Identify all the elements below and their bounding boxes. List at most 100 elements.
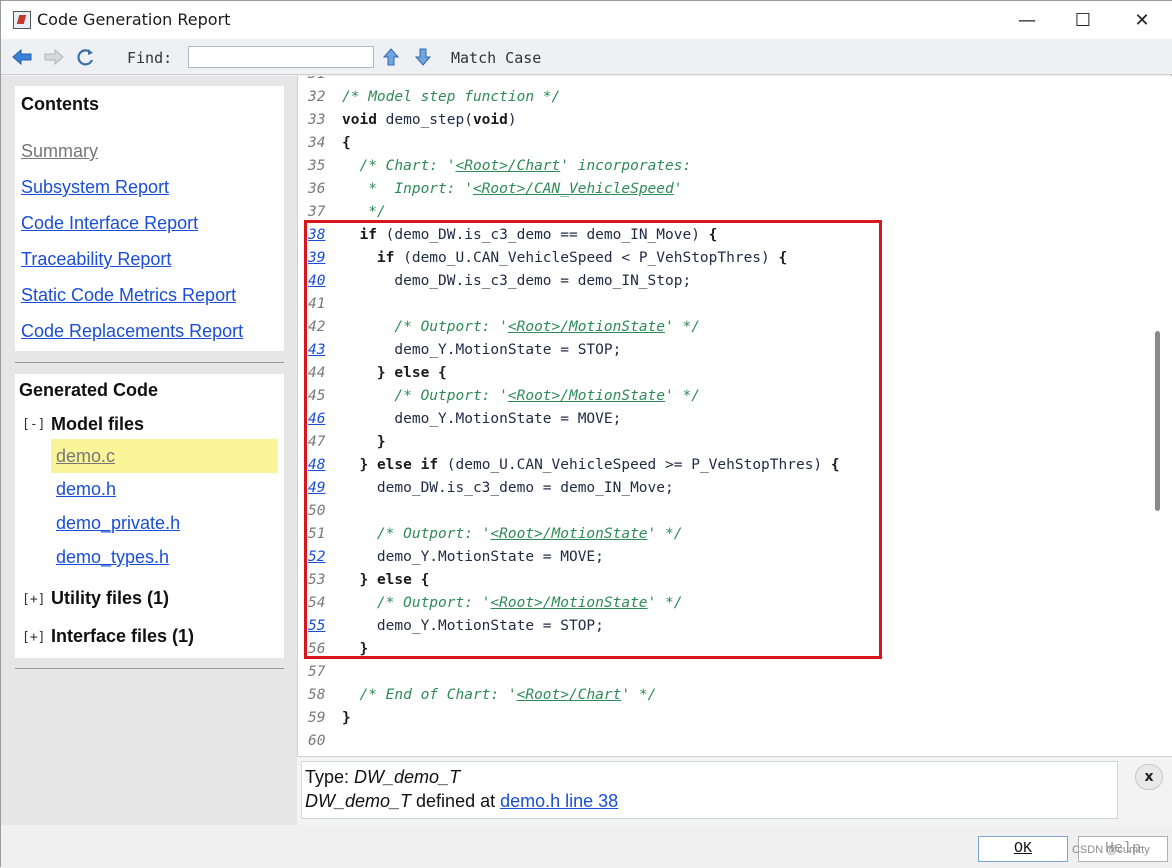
signal-link[interactable]: <Root>/Chart xyxy=(456,158,561,174)
file-link-demo-types-h[interactable]: demo_types.h xyxy=(56,547,169,568)
generated-code-section: Generated Code [-] Model files demo.c de… xyxy=(15,374,284,658)
subsystem-report-link[interactable]: Subsystem Report xyxy=(21,177,169,198)
arrow-right-icon[interactable] xyxy=(43,47,65,67)
minimize-button[interactable]: — xyxy=(998,1,1056,39)
model-files-collapse-toggle[interactable]: [-] xyxy=(22,417,45,432)
code-line: 31 xyxy=(298,76,1148,86)
maximize-button[interactable]: ☐ xyxy=(1054,1,1112,39)
code-comment: /* Outport: ' xyxy=(342,595,491,611)
code-line: 55 demo_Y.MotionState = STOP; xyxy=(298,615,1148,638)
line-number-link[interactable]: 55 xyxy=(308,615,330,638)
file-link-demo-h[interactable]: demo.h xyxy=(56,479,116,500)
code-comment: ' */ xyxy=(647,595,683,611)
divider xyxy=(15,362,284,363)
defined-at-text: defined at xyxy=(411,791,501,811)
code-token: demo_DW.is_c3_demo = demo_IN_Stop; xyxy=(342,273,692,289)
code-token: demo_DW.is_c3_demo = demo_IN_Move; xyxy=(342,480,674,496)
code-line: 45 /* Outport: '<Root>/MotionState' */ xyxy=(298,385,1148,408)
close-info-button[interactable]: x xyxy=(1135,764,1163,790)
code-line: 58 /* End of Chart: '<Root>/Chart' */ xyxy=(298,684,1148,707)
find-input[interactable] xyxy=(188,46,374,68)
line-number: 57 xyxy=(308,664,326,680)
signal-link[interactable]: <Root>/MotionState xyxy=(490,595,647,611)
code-token: ) xyxy=(507,112,517,128)
code-interface-report-link[interactable]: Code Interface Report xyxy=(21,213,198,234)
interface-files-expand-toggle[interactable]: [+] xyxy=(22,630,45,645)
line-number-link[interactable]: 49 xyxy=(308,477,330,500)
scrollbar-thumb[interactable] xyxy=(1155,331,1160,511)
code-line: 41 xyxy=(298,293,1148,316)
contents-section: Contents Summary Subsystem Report Code I… xyxy=(15,86,284,351)
line-number: 51 xyxy=(308,526,326,542)
signal-link[interactable]: <Root>/CAN_VehicleSpeed xyxy=(473,181,674,197)
arrow-up-icon[interactable] xyxy=(380,47,402,67)
code-comment: ' */ xyxy=(665,388,700,404)
code-text: } xyxy=(342,638,368,661)
code-token: demo_Y.MotionState = MOVE; xyxy=(342,411,622,427)
model-files-group-label[interactable]: Model files xyxy=(51,414,144,435)
file-link-demo-private-h[interactable]: demo_private.h xyxy=(56,513,180,534)
line-number-link[interactable]: 52 xyxy=(308,546,330,569)
static-code-metrics-report-link[interactable]: Static Code Metrics Report xyxy=(21,285,236,306)
code-keyword: else if xyxy=(376,457,439,473)
app-icon xyxy=(13,11,31,29)
code-text: } xyxy=(342,707,351,730)
match-case-option[interactable]: Match Case xyxy=(451,49,541,67)
line-number: 53 xyxy=(308,572,326,588)
file-link-demo-c[interactable]: demo.c xyxy=(51,439,278,473)
code-line: 34 { xyxy=(298,132,1148,155)
traceability-report-link[interactable]: Traceability Report xyxy=(21,249,171,270)
defined-type-name: DW_demo_T xyxy=(305,791,412,811)
navigation-pane: Contents Summary Subsystem Report Code I… xyxy=(1,76,297,825)
code-keyword: void xyxy=(472,112,508,128)
code-line: 35 /* Chart: '<Root>/Chart' incorporates… xyxy=(298,155,1148,178)
line-number: 45 xyxy=(308,388,326,404)
line-number: 54 xyxy=(308,595,326,611)
code-line: 32 /* Model step function */ xyxy=(298,86,1148,109)
line-number-link[interactable]: 48 xyxy=(308,454,330,477)
signal-link[interactable]: <Root>/MotionState xyxy=(490,526,647,542)
signal-link[interactable]: <Root>/MotionState xyxy=(508,319,665,335)
code-comment: ' */ xyxy=(647,526,683,542)
definition-info-line: DW_demo_T defined at demo.h line 38 xyxy=(305,791,618,812)
utility-files-expand-toggle[interactable]: [+] xyxy=(22,592,45,607)
line-number: 41 xyxy=(308,296,326,312)
interface-files-group-label[interactable]: Interface files (1) xyxy=(51,626,194,647)
code-line: 53 } else { xyxy=(298,569,1148,592)
line-number-link[interactable]: 46 xyxy=(308,408,330,431)
code-text: demo_Y.MotionState = MOVE; xyxy=(342,408,621,431)
title-bar: Code Generation Report — ☐ ✕ xyxy=(1,1,1172,39)
definition-location-link[interactable]: demo.h line 38 xyxy=(500,791,618,811)
summary-link[interactable]: Summary xyxy=(21,141,98,162)
line-number: 32 xyxy=(308,89,326,105)
code-text: } xyxy=(342,431,386,454)
code-text: if (demo_U.CAN_VehicleSpeed < P_VehStopT… xyxy=(342,247,787,270)
code-text: } else { xyxy=(342,362,447,385)
signal-link[interactable]: <Root>/MotionState xyxy=(508,388,665,404)
code-line: 42 /* Outport: '<Root>/MotionState' */ xyxy=(298,316,1148,339)
signal-link[interactable]: <Root>/Chart xyxy=(517,687,622,703)
ok-button[interactable]: OK xyxy=(978,836,1068,862)
code-line: 54 /* Outport: '<Root>/MotionState' */ xyxy=(298,592,1148,615)
code-text: { xyxy=(342,132,351,155)
code-replacements-report-link[interactable]: Code Replacements Report xyxy=(21,321,243,342)
code-line: 44 } else { xyxy=(298,362,1148,385)
line-number: 34 xyxy=(308,135,326,151)
code-line: 48 } else if (demo_U.CAN_VehicleSpeed >=… xyxy=(298,454,1148,477)
arrow-left-icon[interactable] xyxy=(11,47,33,67)
line-number: 37 xyxy=(308,204,326,220)
arrow-down-icon[interactable] xyxy=(412,47,434,67)
type-info-line: Type: DW_demo_T xyxy=(305,767,460,788)
line-number-link[interactable]: 39 xyxy=(308,247,330,270)
utility-files-group-label[interactable]: Utility files (1) xyxy=(51,588,169,609)
code-comment: /* End of Chart: ' xyxy=(342,687,517,703)
close-window-button[interactable]: ✕ xyxy=(1113,1,1171,39)
code-view[interactable]: 31 32 /* Model step function */ 33 void demo… xyxy=(297,76,1172,756)
line-number-link[interactable]: 40 xyxy=(308,270,330,293)
line-number-link[interactable]: 43 xyxy=(308,339,330,362)
code-text: if (demo_DW.is_c3_demo == demo_IN_Move) … xyxy=(342,224,717,247)
refresh-icon[interactable] xyxy=(75,47,97,67)
line-number-link[interactable]: 38 xyxy=(308,224,330,247)
